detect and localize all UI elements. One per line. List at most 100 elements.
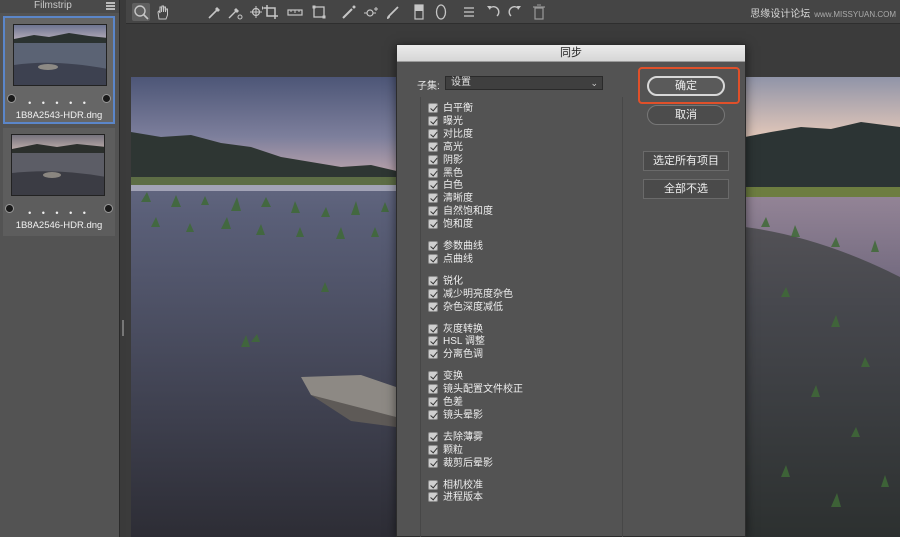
thumbnail-filename: 1B8A2543-HDR.dng (15, 110, 103, 121)
thumbnail-image (13, 24, 107, 86)
filmstrip-item[interactable]: • • • • • 1B8A2543-HDR.dng (3, 16, 115, 124)
watermark-text: 思缘设计论坛 (750, 9, 811, 20)
sync-option-label: 镜头晕影 (443, 409, 483, 421)
checkbox-checked-icon[interactable] (428, 384, 438, 395)
checkbox-checked-icon[interactable] (428, 301, 438, 312)
checkbox-checked-icon[interactable] (428, 253, 438, 264)
thumbnail-filename: 1B8A2546-HDR.dng (15, 220, 103, 231)
subset-dropdown[interactable]: 设置 ⌄ (445, 76, 603, 90)
filmstrip-header: Filmstrip (0, 0, 119, 13)
splitter-grip[interactable] (122, 320, 124, 336)
checkbox-checked-icon[interactable] (428, 288, 438, 299)
sync-option-label: 分离色调 (443, 349, 483, 361)
select-none-button[interactable]: 全部不选 (643, 179, 729, 199)
sync-option-label: 自然饱和度 (443, 206, 493, 218)
rating-dots[interactable]: • • • • • (3, 208, 115, 218)
checkbox-checked-icon[interactable] (428, 128, 438, 139)
checkbox-checked-icon[interactable] (428, 219, 438, 230)
checkbox-checked-icon[interactable] (428, 167, 438, 178)
rotate-right-icon[interactable] (506, 3, 524, 21)
sync-option-label: HSL 调整 (443, 336, 485, 348)
panel-splitter[interactable] (120, 0, 126, 537)
checkbox-checked-icon[interactable] (428, 457, 438, 468)
filmstrip-title: Filmstrip (34, 0, 72, 11)
select-all-button[interactable]: 选定所有项目 (643, 151, 729, 171)
sync-option-label: 进程版本 (443, 492, 483, 504)
camera-raw-window: Filmstrip • • • • • 1B8A2543-HDR.dng • •… (0, 0, 900, 537)
color-sampler-icon[interactable] (226, 3, 244, 21)
settings-menu-icon[interactable] (460, 3, 478, 21)
sync-option-label: 减少明亮度杂色 (443, 288, 513, 300)
checkbox-checked-icon[interactable] (428, 397, 438, 407)
straighten-icon[interactable] (286, 3, 304, 21)
crop-icon[interactable] (262, 3, 280, 21)
sync-option-label: 参数曲线 (443, 241, 483, 252)
toolbar: 思缘设计论坛 www.MISSYUAN.COM (126, 0, 900, 24)
ok-button[interactable]: 确定 (647, 76, 725, 96)
checkbox-checked-icon[interactable] (428, 479, 438, 490)
graduated-filter-icon[interactable] (410, 3, 428, 21)
sync-option-label: 灰度转换 (443, 323, 483, 335)
sync-option-label: 杂色深度减低 (443, 301, 503, 313)
red-eye-icon[interactable] (362, 3, 380, 21)
sync-option-label: 去除薄雾 (443, 431, 483, 443)
sync-option-label: 白色 (443, 180, 463, 192)
checkbox-checked-icon[interactable] (428, 206, 438, 217)
sync-option-label: 点曲线 (443, 253, 473, 265)
rotate-left-icon[interactable] (484, 3, 502, 21)
transform-icon[interactable] (310, 3, 328, 21)
thumbnail-image (11, 134, 105, 196)
checkbox-checked-icon[interactable] (428, 349, 438, 360)
checkbox-checked-icon[interactable] (428, 241, 438, 251)
chevron-updown-icon: ⌄ (590, 78, 598, 88)
checkbox-checked-icon[interactable] (428, 154, 438, 165)
trash-icon[interactable] (530, 3, 548, 21)
adjustment-brush-icon[interactable] (384, 3, 402, 21)
sync-dialog: 同步 子集: 设置 ⌄ 白平衡 曝光 对比度 高光 阴影 黑色 白色 清晰度 自然饱和度 饱和度参… (396, 44, 746, 537)
checkbox-checked-icon[interactable] (428, 444, 438, 455)
dialog-title: 同步 (397, 45, 745, 62)
radial-filter-icon[interactable] (432, 3, 450, 21)
checkbox-checked-icon[interactable] (428, 409, 438, 420)
zoom-icon[interactable] (132, 3, 150, 21)
checkbox-checked-icon[interactable] (428, 115, 438, 126)
sync-option-label: 对比度 (443, 128, 473, 140)
sync-option-label: 阴影 (443, 154, 463, 166)
sync-option-label: 相机校准 (443, 479, 483, 491)
sync-option-label: 变换 (443, 371, 463, 383)
sync-option-label: 颗粒 (443, 444, 463, 456)
watermark: 思缘设计论坛 www.MISSYUAN.COM (750, 5, 896, 20)
checkbox-checked-icon[interactable] (428, 141, 438, 152)
checkbox-checked-icon[interactable] (428, 323, 438, 334)
checkbox-checked-icon[interactable] (428, 180, 438, 191)
sync-option-label: 饱和度 (443, 219, 473, 231)
sync-option-label: 白平衡 (443, 103, 473, 114)
filmstrip-panel: Filmstrip • • • • • 1B8A2543-HDR.dng • •… (0, 0, 120, 537)
sync-option-label: 镜头配置文件校正 (443, 384, 523, 396)
sync-option-label: 清晰度 (443, 193, 473, 205)
filmstrip-item[interactable]: • • • • • 1B8A2546-HDR.dng (3, 128, 115, 236)
hand-icon[interactable] (154, 3, 172, 21)
checkbox-checked-icon[interactable] (428, 492, 438, 503)
subset-value: 设置 (451, 77, 471, 88)
cancel-button[interactable]: 取消 (647, 105, 725, 125)
sync-option-label: 裁剪后晕影 (443, 457, 493, 469)
spot-removal-icon[interactable] (340, 3, 358, 21)
sync-options-list: 白平衡 曝光 对比度 高光 阴影 黑色 白色 清晰度 自然饱和度 饱和度参数曲线 点曲线锐化 减少明亮… (420, 97, 623, 537)
checkbox-checked-icon[interactable] (428, 336, 438, 347)
checkbox-checked-icon[interactable] (428, 103, 438, 113)
rating-dots[interactable]: • • • • • (5, 98, 113, 108)
filmstrip-menu-icon[interactable] (106, 2, 115, 10)
white-balance-icon[interactable] (206, 3, 224, 21)
sync-option-label: 黑色 (443, 167, 463, 179)
checkbox-checked-icon[interactable] (428, 431, 438, 442)
checkbox-checked-icon[interactable] (428, 371, 438, 382)
subset-label: 子集: (417, 81, 440, 92)
sync-option-label: 色差 (443, 397, 463, 408)
checkbox-checked-icon[interactable] (428, 193, 438, 204)
sync-option-label: 锐化 (443, 275, 463, 287)
checkbox-checked-icon[interactable] (428, 275, 438, 286)
sync-option-label: 高光 (443, 141, 463, 153)
watermark-url: www.MISSYUAN.COM (814, 10, 896, 19)
sync-option-label: 曝光 (443, 115, 463, 127)
